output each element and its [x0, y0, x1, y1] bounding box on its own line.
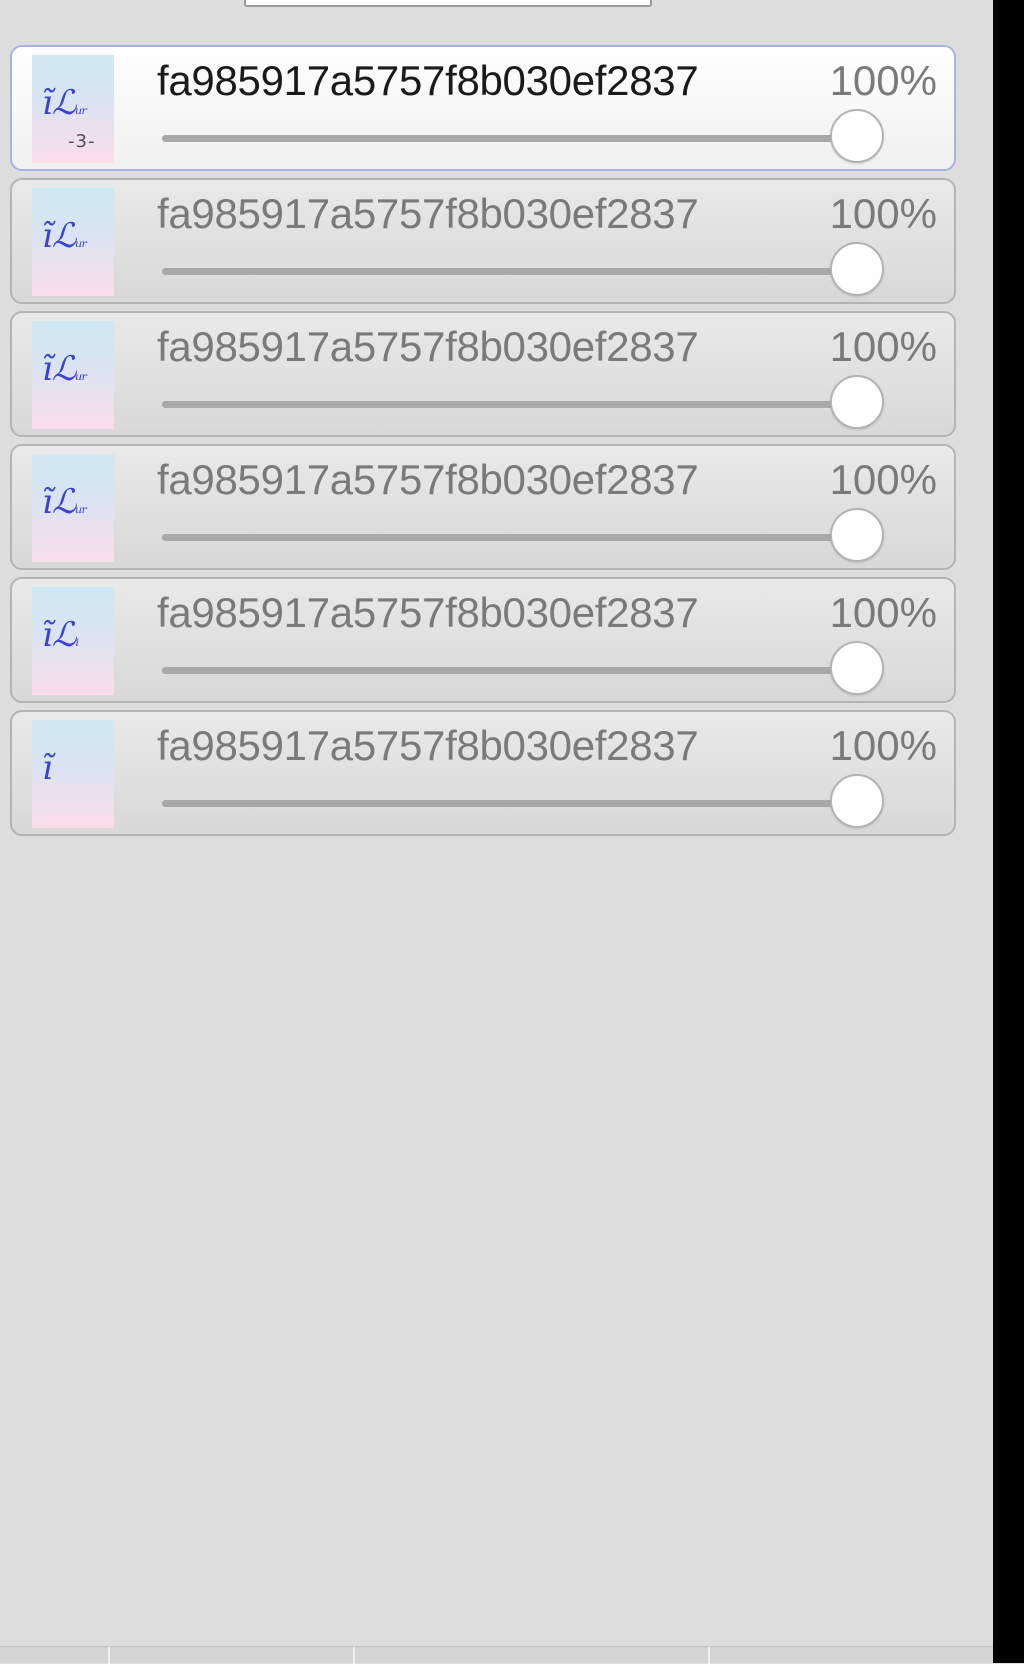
- opacity-slider[interactable]: [162, 109, 884, 163]
- layer-item[interactable]: ĩℒᵤᵣ -3- fa985917a5757f8b030ef2837 100%: [10, 45, 956, 171]
- bottom-tab-bar: [0, 1646, 993, 1664]
- layer-name: fa985917a5757f8b030ef2837: [157, 57, 699, 104]
- bottom-tab[interactable]: [355, 1647, 710, 1664]
- layer-opacity-label: 100%: [829, 456, 937, 503]
- layer-item[interactable]: ĩℒᵤᵣ fa985917a5757f8b030ef2837 100%: [10, 311, 956, 437]
- layer-opacity-label: 100%: [829, 323, 937, 370]
- layer-thumbnail: ĩ: [32, 720, 114, 828]
- bottom-tab[interactable]: [0, 1647, 110, 1664]
- layer-opacity-label: 100%: [829, 589, 937, 636]
- layers-list: ĩℒᵤᵣ -3- fa985917a5757f8b030ef2837 100% …: [10, 45, 956, 843]
- opacity-slider[interactable]: [162, 641, 884, 695]
- opacity-slider[interactable]: [162, 242, 884, 296]
- layer-opacity-label: 100%: [829, 57, 937, 104]
- layer-name: fa985917a5757f8b030ef2837: [157, 589, 699, 636]
- layer-thumbnail: ĩℒᵢ: [32, 587, 114, 695]
- opacity-slider-handle[interactable]: [830, 375, 884, 429]
- layer-thumbnail: ĩℒᵤᵣ: [32, 454, 114, 562]
- layer-opacity-label: 100%: [829, 722, 937, 769]
- bottom-tab[interactable]: [710, 1647, 993, 1664]
- layer-name: fa985917a5757f8b030ef2837: [157, 323, 699, 370]
- window-edge: [993, 0, 1024, 1663]
- layer-item[interactable]: ĩℒᵢ fa985917a5757f8b030ef2837 100%: [10, 577, 956, 703]
- opacity-slider[interactable]: [162, 375, 884, 429]
- layer-thumbnail: ĩℒᵤᵣ: [32, 188, 114, 296]
- opacity-slider-handle[interactable]: [830, 109, 884, 163]
- layer-opacity-label: 100%: [829, 190, 937, 237]
- opacity-slider-handle[interactable]: [830, 508, 884, 562]
- opacity-slider-handle[interactable]: [830, 641, 884, 695]
- opacity-slider-handle[interactable]: [830, 242, 884, 296]
- layer-item[interactable]: ĩℒᵤᵣ fa985917a5757f8b030ef2837 100%: [10, 444, 956, 570]
- bottom-tab[interactable]: [110, 1647, 355, 1664]
- layer-name: fa985917a5757f8b030ef2837: [157, 190, 699, 237]
- layer-thumbnail: ĩℒᵤᵣ: [32, 321, 114, 429]
- layer-thumbnail: ĩℒᵤᵣ -3-: [32, 55, 114, 163]
- opacity-slider[interactable]: [162, 774, 884, 828]
- top-input-field[interactable]: [244, 0, 652, 7]
- layer-name: fa985917a5757f8b030ef2837: [157, 456, 699, 503]
- layer-name: fa985917a5757f8b030ef2837: [157, 722, 699, 769]
- opacity-slider[interactable]: [162, 508, 884, 562]
- layer-item[interactable]: ĩ fa985917a5757f8b030ef2837 100%: [10, 710, 956, 836]
- layer-item[interactable]: ĩℒᵤᵣ fa985917a5757f8b030ef2837 100%: [10, 178, 956, 304]
- opacity-slider-handle[interactable]: [830, 774, 884, 828]
